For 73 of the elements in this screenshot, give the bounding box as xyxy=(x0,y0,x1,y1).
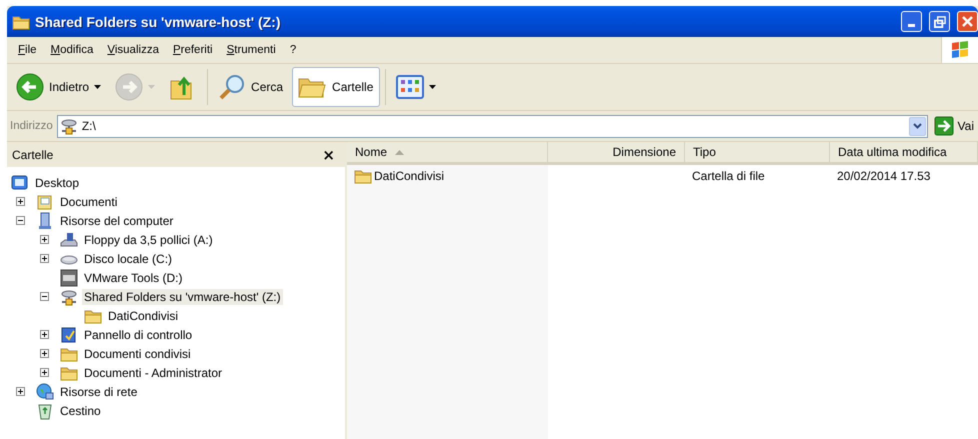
close-icon xyxy=(962,16,973,27)
tree-item[interactable]: Pannello di controllo xyxy=(82,326,194,342)
tree-item[interactable]: Risorse di rete xyxy=(58,384,140,400)
column-header[interactable]: Tipo xyxy=(685,142,830,165)
globe-computer-icon xyxy=(36,382,54,400)
dropdown-button[interactable] xyxy=(908,116,926,136)
flag-logo-icon xyxy=(949,40,971,60)
tree-item[interactable]: Risorse del computer xyxy=(58,212,176,228)
tree-item[interactable]: Documenti xyxy=(58,194,120,210)
caret-icon xyxy=(429,85,436,89)
back-button[interactable]: Indietro xyxy=(11,67,108,107)
menu-item[interactable]: Strumenti xyxy=(220,44,283,56)
restore-button[interactable] xyxy=(929,11,950,32)
search-icon xyxy=(218,73,246,101)
file-date: 20/02/2014 17.53 xyxy=(836,168,932,185)
tree-item[interactable]: Floppy da 3,5 pollici (A:) xyxy=(82,232,215,248)
expand-icon[interactable] xyxy=(40,368,49,377)
minimize-icon xyxy=(908,24,915,27)
tree-item[interactable]: Disco locale (C:) xyxy=(82,250,174,266)
folder-name: DatiCondivisi xyxy=(374,169,444,183)
column-header[interactable]: Nome xyxy=(347,142,548,165)
computer-icon xyxy=(36,212,54,230)
tree-item[interactable]: VMware Tools (D:) xyxy=(82,270,184,286)
search-button[interactable]: Cerca xyxy=(213,67,290,107)
tree-item[interactable]: Documenti - Administrator xyxy=(82,364,224,380)
menu-item[interactable]: Modifica xyxy=(44,44,100,56)
network-drive-icon xyxy=(60,117,78,135)
go-button[interactable]: Vai xyxy=(932,116,978,136)
folders-button[interactable]: Cartelle xyxy=(292,67,380,107)
address-field[interactable]: Z:\ xyxy=(56,114,928,138)
control-panel-icon xyxy=(60,326,78,344)
restore-icon xyxy=(934,16,946,28)
disc-drive-icon xyxy=(60,268,78,286)
close-pane-button[interactable]: × xyxy=(320,146,337,164)
documents-folder-icon xyxy=(36,192,54,210)
column-header[interactable]: Data ultima modifica xyxy=(830,142,978,165)
menu-item[interactable]: ? xyxy=(282,44,304,56)
desktop-icon xyxy=(11,174,29,192)
close-button[interactable] xyxy=(957,11,978,32)
expand-icon[interactable] xyxy=(16,387,25,396)
pane-title: Cartelle xyxy=(12,148,54,162)
column-label: Dimensione xyxy=(612,145,676,159)
floppy-drive-icon xyxy=(60,230,78,248)
expand-icon[interactable] xyxy=(40,235,49,244)
column-header[interactable]: Dimensione xyxy=(548,142,685,165)
caret-icon xyxy=(148,85,156,89)
caret-icon xyxy=(94,85,102,89)
expand-icon[interactable] xyxy=(16,197,25,206)
menu-item[interactable]: Visualizza xyxy=(100,44,166,56)
chevron-down-icon xyxy=(912,123,922,129)
network-drive-icon xyxy=(60,288,78,306)
minimize-button[interactable] xyxy=(901,11,922,32)
tree-item[interactable]: Shared Folders su 'vmware-host' (Z:) xyxy=(82,288,283,304)
collapse-icon[interactable] xyxy=(40,292,49,301)
tree-item[interactable]: Desktop xyxy=(33,174,82,190)
menu-item[interactable]: Preferiti xyxy=(166,44,220,56)
column-label: Tipo xyxy=(693,145,716,159)
collapse-icon[interactable] xyxy=(16,216,25,225)
menu-item[interactable]: File xyxy=(11,44,44,56)
recycle-bin-icon xyxy=(36,402,54,420)
window-title: Shared Folders su 'vmware-host' (Z:) xyxy=(35,14,280,30)
expand-icon[interactable] xyxy=(40,330,49,339)
address-value: Z:\ xyxy=(82,119,96,133)
views-grid-icon xyxy=(396,74,424,100)
tree-item[interactable]: Documenti condivisi xyxy=(82,346,193,362)
tree-item[interactable]: Cestino xyxy=(58,402,103,418)
tree-item[interactable]: DatiCondivisi xyxy=(106,308,180,324)
address-label: Indirizzo xyxy=(10,120,53,132)
column-label: Data ultima modifica xyxy=(838,145,947,159)
expand-icon[interactable] xyxy=(40,349,49,358)
expand-icon[interactable] xyxy=(40,254,49,263)
column-label: Nome xyxy=(355,145,388,159)
file-type: Cartella di file xyxy=(691,168,766,185)
